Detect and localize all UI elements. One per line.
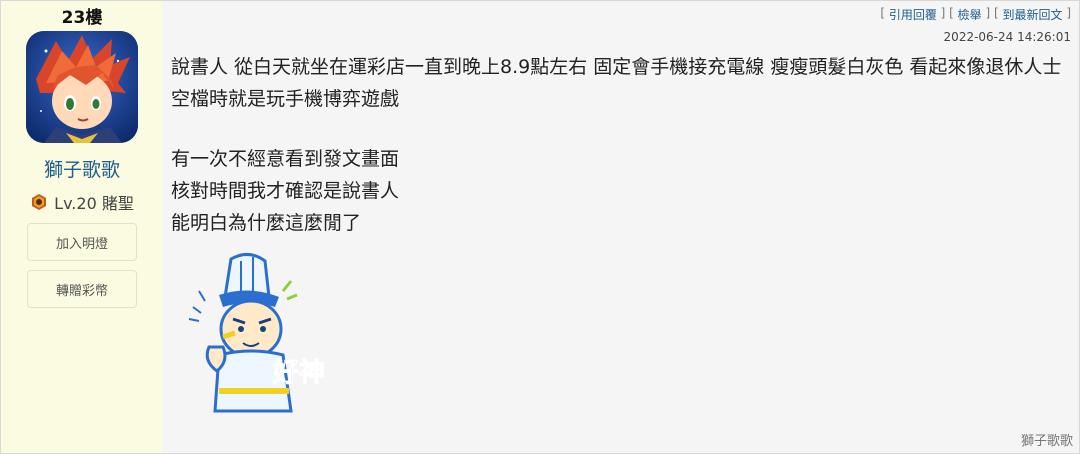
user-level-text: Lv.20 賭聖 — [54, 194, 134, 213]
user-level: Lv.20 賭聖 — [30, 191, 134, 213]
post-line: 有一次不經意看到發文畫面 — [171, 148, 400, 170]
author-sidebar: 23樓 獅子歌歌 Lv.20 賭聖 加入明燈 轉贈彩幣 — [1, 1, 163, 453]
floor-number: 23樓 — [61, 8, 103, 28]
post-signature: 獅子歌歌 — [1020, 434, 1073, 449]
post-line: 核對時間我才確認是說書人 — [171, 180, 400, 202]
forum-post: 23樓 獅子歌歌 Lv.20 賭聖 加入明燈 轉贈彩幣 [引用回覆] [檢… — [0, 0, 1080, 454]
user-avatar[interactable] — [26, 31, 138, 143]
quote-reply-link[interactable]: 引用回覆 — [889, 6, 937, 23]
good-god-sticker: 好神 — [179, 251, 347, 421]
post-paragraph: 說書人 從白天就坐在運彩店一直到晚上8.9點左右 固定會手機接充電線 瘦瘦頭髮白… — [171, 56, 1062, 110]
post-main: [ 引用回覆 ] [ 檢舉 ] [ 到最新回文 ] 2022-06-24 14:… — [163, 1, 1079, 453]
report-link[interactable]: 檢舉 — [958, 6, 982, 23]
post-actions: [ 引用回覆 ] [ 檢舉 ] [ 到最新回文 ] — [880, 6, 1071, 23]
post-content: 說書人 從白天就坐在運彩店一直到晚上8.9點左右 固定會手機接充電線 瘦瘦頭髮白… — [171, 51, 1071, 239]
author-name[interactable]: 獅子歌歌 — [44, 157, 120, 183]
level-badge-icon — [32, 194, 47, 210]
goto-latest-link[interactable]: 到最新回文 — [1002, 6, 1062, 23]
post-timestamp: 2022-06-24 14:26:01 — [943, 30, 1071, 44]
post-line: 能明白為什麼這麼閒了 — [171, 212, 362, 234]
add-light-button[interactable]: 加入明燈 — [27, 223, 137, 261]
gift-coins-button[interactable]: 轉贈彩幣 — [27, 270, 137, 308]
sticker-text: 好神 — [272, 358, 325, 388]
